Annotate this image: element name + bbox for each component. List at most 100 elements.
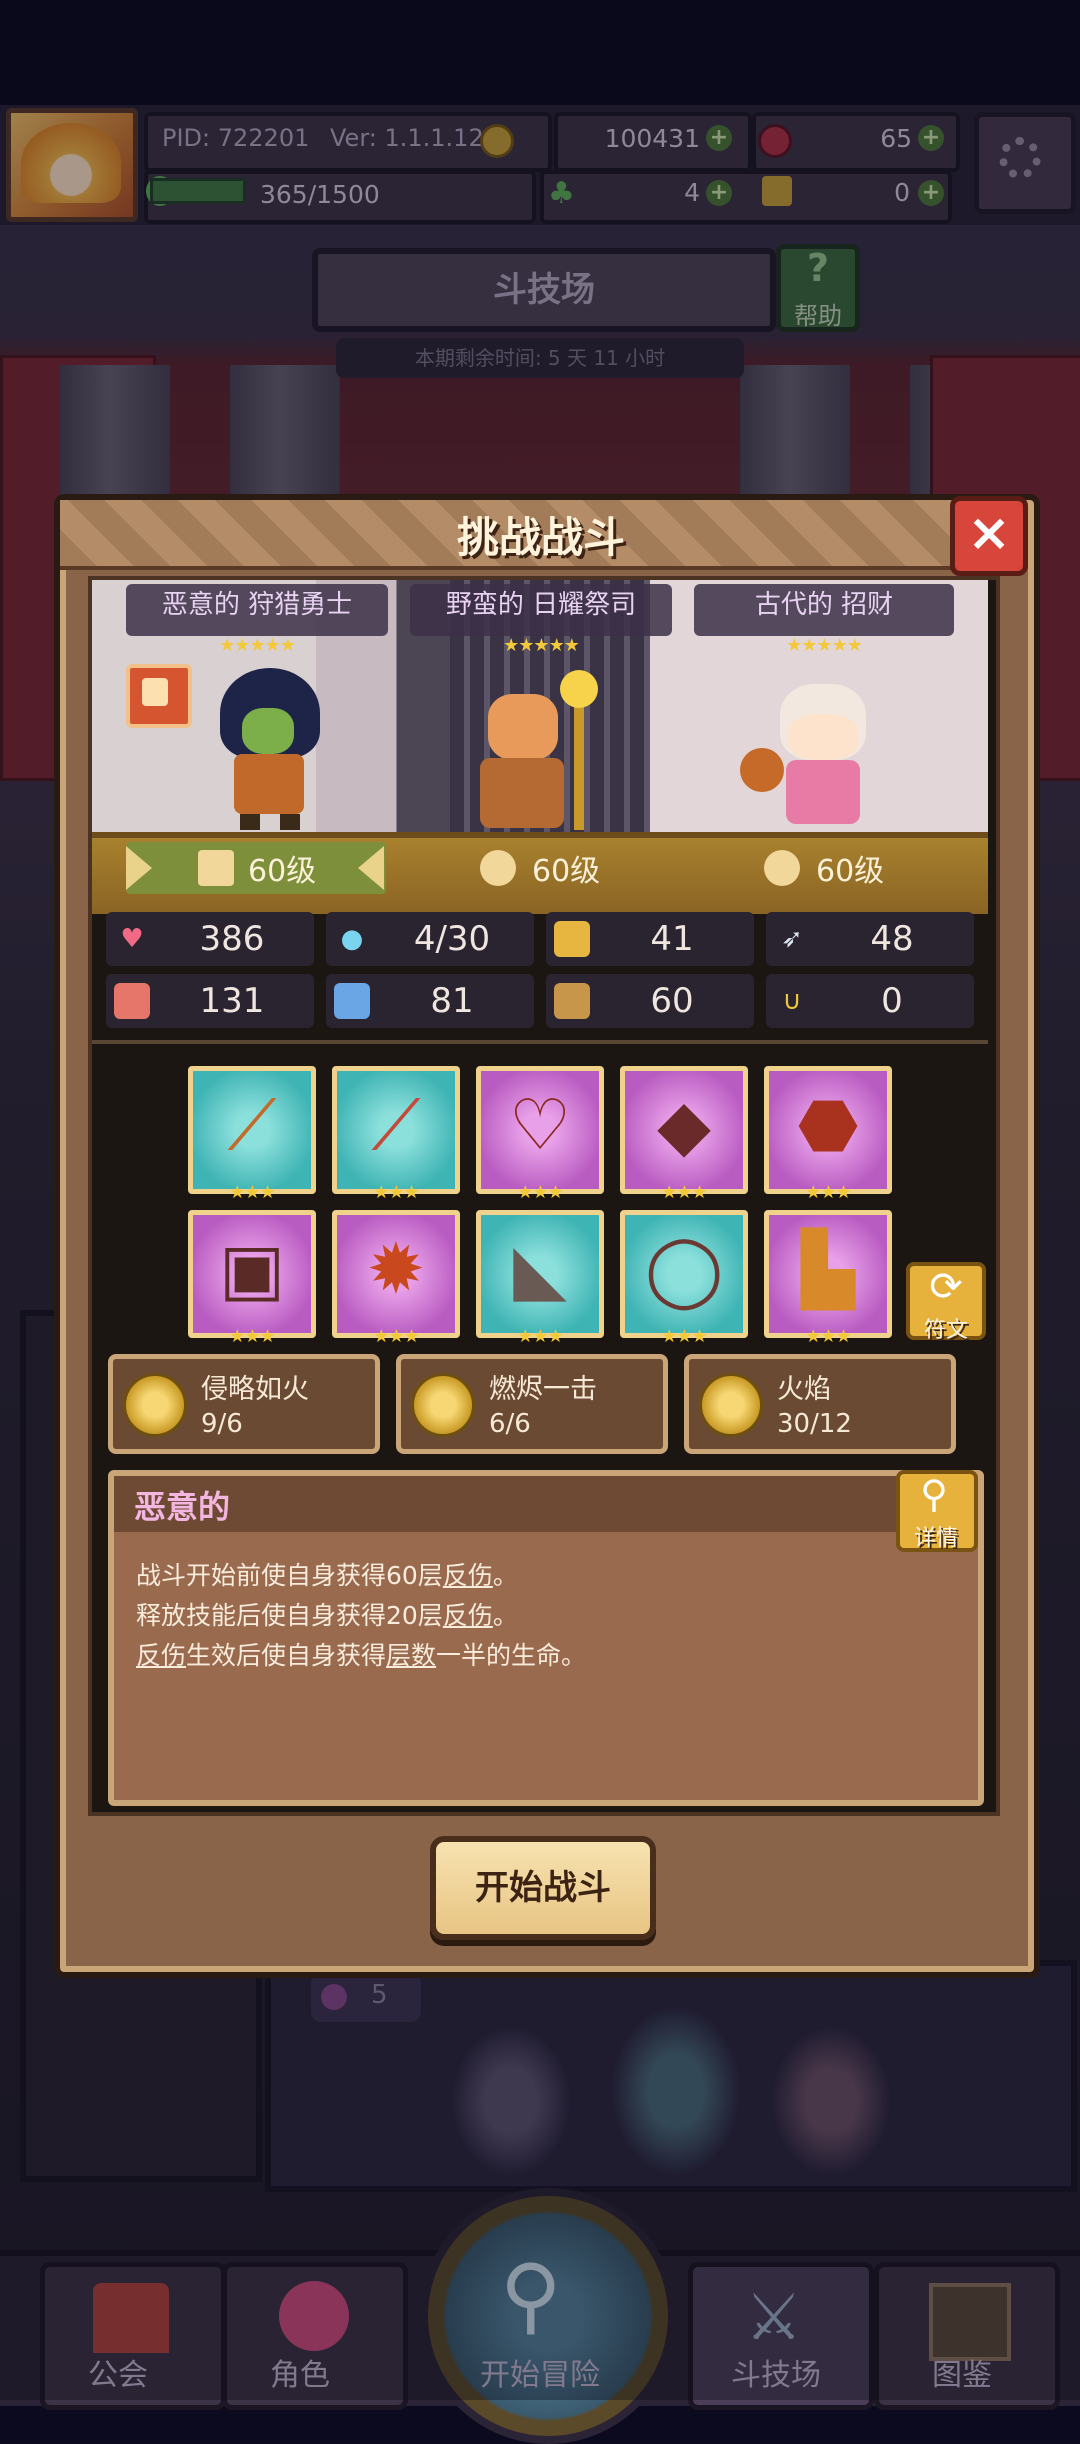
fighter-2-nameplate: 野蛮的 日耀祭司 xyxy=(410,584,672,636)
stat-agility-value: 60 xyxy=(650,981,694,1021)
stat-attack-value: 131 xyxy=(199,981,265,1021)
skill-2-name: 燃烬一击 xyxy=(489,1374,597,1405)
stat-defense-value: 41 xyxy=(650,919,694,959)
skill-medal-icon xyxy=(699,1373,763,1437)
skill-3-count: 30/12 xyxy=(777,1409,852,1439)
stat-magic: 81 xyxy=(326,974,534,1028)
fighter-2-stars: ★★★★★ xyxy=(503,635,580,656)
fighter-2-level: 60级 xyxy=(532,854,601,889)
wing-speed-icon: ➶ xyxy=(781,924,803,954)
item-stars: ★★★ xyxy=(517,1326,563,1347)
horseshoe-icon: ∪ xyxy=(782,986,802,1016)
item-stars: ★★★ xyxy=(805,1326,851,1347)
skill-1-name: 侵略如火 xyxy=(201,1374,309,1405)
item-stars: ★★★ xyxy=(805,1182,851,1203)
start-battle-button[interactable]: 开始战斗 xyxy=(430,1836,656,1940)
stat-magic-value: 81 xyxy=(430,981,474,1021)
fighter-1-nameplate: 恶意的 狩猎勇士 xyxy=(126,584,388,636)
armor-icon: ▣ xyxy=(218,1228,286,1310)
stat-luck-value: 0 xyxy=(881,981,903,1021)
close-button[interactable]: × xyxy=(950,496,1028,576)
trait-text: 一半的生命。 xyxy=(436,1641,587,1670)
stat-health: ♥ 386 xyxy=(106,912,314,966)
close-icon: × xyxy=(967,503,1011,563)
heart-amulet-icon: ♡ xyxy=(508,1084,572,1166)
fighter-1-stars: ★★★★★ xyxy=(219,635,296,656)
stat-luck: ∪ 0 xyxy=(766,974,974,1028)
fist-icon xyxy=(114,983,150,1019)
stat-mana-value: 4/30 xyxy=(413,919,491,959)
book-icon xyxy=(334,983,370,1019)
equipment-slot-gauntlet[interactable]: ◣ ★★★ xyxy=(476,1210,604,1347)
fighter-2-name: 野蛮的 日耀祭司 xyxy=(445,590,637,620)
stat-defense: 41 xyxy=(546,912,754,966)
skill-3-name: 火焰 xyxy=(777,1374,831,1405)
trait-header xyxy=(114,1476,906,1532)
trait-title: 恶意的 xyxy=(134,1488,231,1526)
trait-text: 释放技能后使自身获得20层 xyxy=(136,1601,443,1630)
boot-icon xyxy=(554,983,590,1019)
equipment-slot-crystal[interactable]: ⬣ ★★★ xyxy=(764,1066,892,1203)
equipment-slot-amulet[interactable]: ♡ ★★★ xyxy=(476,1066,604,1203)
heart-icon: ♥ xyxy=(120,924,144,954)
skill-medal-icon xyxy=(411,1373,475,1437)
spiked-armor-icon: ✹ xyxy=(366,1228,426,1310)
skill-card-2[interactable]: 燃烬一击 6/6 xyxy=(396,1354,668,1454)
keyword-thorns[interactable]: 反伤 xyxy=(443,1561,493,1590)
detail-label: 详情 xyxy=(913,1526,958,1551)
fighter-2-sprite[interactable] xyxy=(470,670,610,830)
trait-text: 生效后使自身获得 xyxy=(186,1641,387,1670)
staff-icon: ⟋ xyxy=(227,1084,277,1166)
equipment-slot-ring[interactable]: ◯ ★★★ xyxy=(620,1210,748,1347)
divider xyxy=(92,1040,988,1044)
item-stars: ★★★ xyxy=(517,1182,563,1203)
item-stars: ★★★ xyxy=(229,1326,275,1347)
item-stars: ★★★ xyxy=(661,1182,707,1203)
fighter-1-buff-badge[interactable] xyxy=(126,664,192,728)
gauntlet-icon: ◣ xyxy=(513,1228,567,1310)
stat-health-value: 386 xyxy=(199,919,265,959)
equipment-slot-boots[interactable]: ▙ ★★★ xyxy=(764,1210,892,1347)
fighter-3-stars: ★★★★★ xyxy=(786,635,863,656)
mana-drop-icon: ● xyxy=(340,924,364,954)
trait-line-2: 释放技能后使自身获得20层反伤。 xyxy=(136,1596,518,1632)
fighter-1-name: 恶意的 狩猎勇士 xyxy=(161,590,353,620)
item-stars: ★★★ xyxy=(661,1326,707,1347)
equipment-slot-staff[interactable]: ⟋ ★★★ xyxy=(188,1066,316,1203)
trait-text: 。 xyxy=(492,1601,518,1630)
boots-icon: ▙ xyxy=(801,1228,855,1310)
skill-card-1[interactable]: 侵略如火 9/6 xyxy=(108,1354,380,1454)
fighter-3-sprite[interactable] xyxy=(740,684,900,830)
skill-card-3[interactable]: 火焰 30/12 xyxy=(684,1354,956,1454)
keyword-thorns[interactable]: 反伤 xyxy=(136,1641,186,1670)
dialog-title: 挑战战斗 xyxy=(456,513,625,562)
skill-1-count: 9/6 xyxy=(201,1409,243,1439)
equipment-slot-gem[interactable]: ◆ ★★★ xyxy=(620,1066,748,1203)
shield-class-icon xyxy=(764,850,800,886)
fighter-3-nameplate: 古代的 招财 xyxy=(694,584,954,636)
gem-ring-icon: ◆ xyxy=(657,1084,711,1166)
sword-class-icon xyxy=(198,850,234,886)
stat-speed: ➶ 48 xyxy=(766,912,974,966)
keyword-thorns[interactable]: 反伤 xyxy=(443,1601,493,1630)
trait-line-3: 反伤生效后使自身获得层数一半的生命。 xyxy=(136,1636,586,1672)
trait-text: 。 xyxy=(492,1561,518,1590)
fighter-1-sprite[interactable] xyxy=(200,668,330,830)
buff-icon xyxy=(142,678,168,706)
dagger-icon: ⟋ xyxy=(371,1084,421,1166)
swap-icon: ⟳ xyxy=(929,1264,963,1310)
equipment-slot-dagger[interactable]: ⟋ ★★★ xyxy=(332,1066,460,1203)
next-fighter-arrow[interactable] xyxy=(358,846,384,890)
equipment-slot-armor[interactable]: ▣ ★★★ xyxy=(188,1210,316,1347)
equipment-slot-spiked-armor[interactable]: ✹ ★★★ xyxy=(332,1210,460,1347)
stat-speed-value: 48 xyxy=(870,919,914,959)
item-stars: ★★★ xyxy=(373,1326,419,1347)
fighter-3-name: 古代的 招财 xyxy=(754,590,894,620)
skill-medal-icon xyxy=(123,1373,187,1437)
rune-label: 符文 xyxy=(923,1318,968,1343)
keyword-stacks[interactable]: 层数 xyxy=(386,1641,436,1670)
item-stars: ★★★ xyxy=(229,1182,275,1203)
item-stars: ★★★ xyxy=(373,1182,419,1203)
stat-mana: ● 4/30 xyxy=(326,912,534,966)
prev-fighter-arrow[interactable] xyxy=(126,846,152,890)
